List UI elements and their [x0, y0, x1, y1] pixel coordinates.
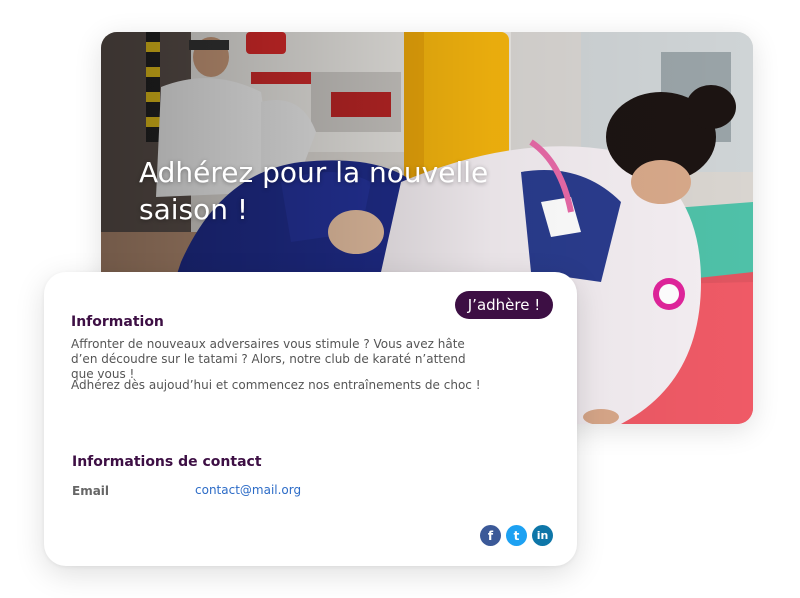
email-label: Email: [72, 484, 110, 498]
info-card: J’adhère ! Information Affronter de nouv…: [44, 272, 577, 566]
email-link[interactable]: contact@mail.org: [195, 483, 301, 497]
join-button[interactable]: J’adhère !: [455, 291, 553, 319]
contact-heading: Informations de contact: [72, 454, 262, 470]
info-paragraph-1: Affronter de nouveaux adversaires vous s…: [71, 337, 466, 381]
facebook-icon[interactable]: f: [480, 525, 501, 546]
twitter-icon[interactable]: t: [506, 525, 527, 546]
social-links: f t in: [480, 525, 553, 546]
linkedin-icon[interactable]: in: [532, 525, 553, 546]
hero-title: Adhérez pour la nouvelle saison !: [139, 156, 489, 226]
info-paragraph-2: Adhérez dès aujoud’hui et commencez nos …: [71, 378, 481, 392]
info-heading: Information: [71, 314, 164, 330]
